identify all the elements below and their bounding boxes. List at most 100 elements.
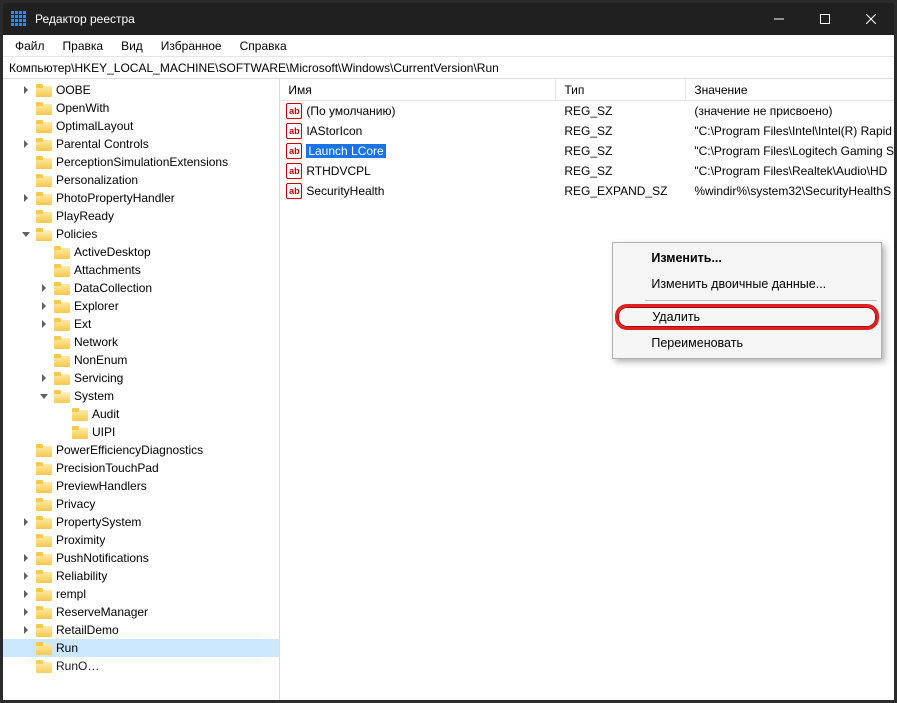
folder-icon xyxy=(54,354,70,367)
tree-item[interactable]: Network xyxy=(3,333,279,351)
tree-item[interactable]: PowerEfficiencyDiagnostics xyxy=(3,441,279,459)
tree-item[interactable]: Audit xyxy=(3,405,279,423)
column-type[interactable]: Тип xyxy=(556,79,686,100)
expand-icon[interactable] xyxy=(39,354,52,367)
expand-icon[interactable] xyxy=(21,570,34,583)
tree-item[interactable]: System xyxy=(3,387,279,405)
expand-icon[interactable] xyxy=(39,372,52,385)
tree-item[interactable]: PerceptionSimulationExtensions xyxy=(3,153,279,171)
expand-icon[interactable] xyxy=(21,624,34,637)
tree-item-label: PhotoPropertyHandler xyxy=(56,191,175,205)
expand-icon[interactable] xyxy=(21,588,34,601)
expand-icon[interactable] xyxy=(39,264,52,277)
menu-view[interactable]: Вид xyxy=(113,37,151,55)
tree-item[interactable]: Policies xyxy=(3,225,279,243)
expand-icon[interactable] xyxy=(21,498,34,511)
expand-icon[interactable] xyxy=(21,228,34,241)
expand-icon[interactable] xyxy=(21,606,34,619)
address-bar[interactable]: Компьютер\HKEY_LOCAL_MACHINE\SOFTWARE\Mi… xyxy=(3,57,894,79)
expand-icon[interactable] xyxy=(39,336,52,349)
expand-icon[interactable] xyxy=(21,174,34,187)
tree-item-label: Ext xyxy=(74,317,91,331)
tree-item-label: PlayReady xyxy=(56,209,114,223)
expand-icon[interactable] xyxy=(39,300,52,313)
ctx-rename[interactable]: Переименовать xyxy=(615,330,879,356)
expand-icon[interactable] xyxy=(57,408,70,421)
minimize-button[interactable] xyxy=(756,3,802,35)
menu-help[interactable]: Справка xyxy=(232,37,295,55)
ctx-modify[interactable]: Изменить... xyxy=(615,245,879,271)
tree-item[interactable]: Servicing xyxy=(3,369,279,387)
expand-icon[interactable] xyxy=(21,534,34,547)
list-body[interactable]: ab(По умолчанию)REG_SZ(значение не присв… xyxy=(280,101,894,700)
ctx-delete[interactable]: Удалить xyxy=(615,304,879,330)
menu-file[interactable]: Файл xyxy=(7,37,53,55)
registry-tree[interactable]: OOBE OpenWith OptimalLayoutParental Contro… xyxy=(3,79,280,700)
value-data: %windir%\system32\SecurityHealthS xyxy=(686,184,894,198)
expand-icon[interactable] xyxy=(39,246,52,259)
expand-icon[interactable] xyxy=(21,102,34,115)
tree-item[interactable]: DataCollection xyxy=(3,279,279,297)
tree-item[interactable]: Ext xyxy=(3,315,279,333)
expand-icon[interactable] xyxy=(21,642,34,655)
tree-item[interactable]: Reliability xyxy=(3,567,279,585)
expand-icon[interactable] xyxy=(21,444,34,457)
tree-item[interactable]: NonEnum xyxy=(3,351,279,369)
value-row[interactable]: abIAStorIconREG_SZ"C:\Program Files\Inte… xyxy=(280,121,894,141)
expand-icon[interactable] xyxy=(21,552,34,565)
tree-item[interactable]: OOBE xyxy=(3,81,279,99)
expand-icon[interactable] xyxy=(21,660,34,673)
expand-icon[interactable] xyxy=(21,210,34,223)
value-row[interactable]: ab(По умолчанию)REG_SZ(значение не присв… xyxy=(280,101,894,121)
tree-item[interactable]: PushNotifications xyxy=(3,549,279,567)
column-value[interactable]: Значение xyxy=(686,79,894,100)
tree-item[interactable]: OptimalLayout xyxy=(3,117,279,135)
value-row[interactable]: abSecurityHealthREG_EXPAND_SZ%windir%\sy… xyxy=(280,181,894,201)
menu-edit[interactable]: Правка xyxy=(55,37,112,55)
expand-icon[interactable] xyxy=(21,462,34,475)
menu-favorites[interactable]: Избранное xyxy=(153,37,230,55)
tree-item[interactable]: PrecisionTouchPad xyxy=(3,459,279,477)
tree-item[interactable]: PropertySystem xyxy=(3,513,279,531)
tree-item[interactable]: PreviewHandlers xyxy=(3,477,279,495)
tree-item[interactable]: RunO… xyxy=(3,657,279,675)
value-row[interactable]: abRTHDVCPLREG_SZ"C:\Program Files\Realte… xyxy=(280,161,894,181)
value-list-pane: Имя Тип Значение ab(По умолчанию)REG_SZ(… xyxy=(280,79,894,700)
tree-item[interactable]: ReserveManager xyxy=(3,603,279,621)
expand-icon[interactable] xyxy=(39,390,52,403)
expand-icon[interactable] xyxy=(21,480,34,493)
tree-item[interactable]: rempl xyxy=(3,585,279,603)
tree-item[interactable]: Explorer xyxy=(3,297,279,315)
expand-icon[interactable] xyxy=(21,138,34,151)
tree-item[interactable]: PhotoPropertyHandler xyxy=(3,189,279,207)
tree-item[interactable]: Proximity xyxy=(3,531,279,549)
tree-item[interactable]: Personalization xyxy=(3,171,279,189)
expand-icon[interactable] xyxy=(21,156,34,169)
tree-item-label: Run xyxy=(56,641,78,655)
expand-icon[interactable] xyxy=(39,282,52,295)
expand-icon[interactable] xyxy=(21,84,34,97)
tree-item[interactable]: Attachments xyxy=(3,261,279,279)
tree-item[interactable]: UIPI xyxy=(3,423,279,441)
expand-icon[interactable] xyxy=(57,426,70,439)
expand-icon[interactable] xyxy=(21,516,34,529)
value-row[interactable]: abLaunch LCoreREG_SZ"C:\Program Files\Lo… xyxy=(280,141,894,161)
tree-item[interactable]: Privacy xyxy=(3,495,279,513)
tree-item[interactable]: OpenWith xyxy=(3,99,279,117)
expand-icon[interactable] xyxy=(21,192,34,205)
tree-item[interactable]: Run xyxy=(3,639,279,657)
maximize-button[interactable] xyxy=(802,3,848,35)
column-name[interactable]: Имя xyxy=(280,79,556,100)
folder-icon xyxy=(54,372,70,385)
tree-item[interactable]: RetailDemo xyxy=(3,621,279,639)
expand-icon[interactable] xyxy=(21,120,34,133)
value-type: REG_SZ xyxy=(556,164,686,178)
ctx-modify-binary[interactable]: Изменить двоичные данные... xyxy=(615,271,879,297)
tree-item-label: Servicing xyxy=(74,371,123,385)
tree-item[interactable]: ActiveDesktop xyxy=(3,243,279,261)
close-button[interactable] xyxy=(848,3,894,35)
tree-item[interactable]: Parental Controls xyxy=(3,135,279,153)
tree-item-label: OpenWith xyxy=(56,101,109,115)
expand-icon[interactable] xyxy=(39,318,52,331)
tree-item[interactable]: PlayReady xyxy=(3,207,279,225)
